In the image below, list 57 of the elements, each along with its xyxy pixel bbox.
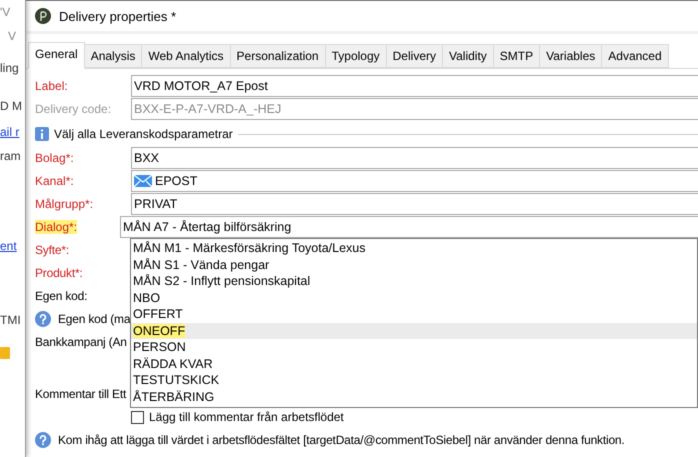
text-fragment: TMI bbox=[0, 313, 22, 327]
section-title: Välj alla Leveranskodsparametrar bbox=[54, 127, 233, 141]
dropdown-option[interactable]: MÅN M1 - Märkesförsäkring Toyota/Lexus bbox=[131, 240, 697, 256]
dropdown-option[interactable]: NBO bbox=[131, 290, 697, 306]
dropdown-option[interactable]: MÅN S1 - Vända pengar bbox=[131, 256, 697, 273]
tab[interactable]: Typology bbox=[326, 44, 387, 68]
field-label: Bankkampanj (An bbox=[35, 335, 128, 349]
dropdown-option[interactable]: ÅTERBÄRING bbox=[131, 388, 697, 405]
field-label: Dialog*: bbox=[35, 220, 78, 234]
dropdown-option[interactable]: MÅN S2 - Inflytt pensionskapital bbox=[131, 273, 697, 290]
field-label: Label: bbox=[35, 79, 69, 93]
tab[interactable]: General bbox=[28, 42, 85, 69]
field-label: Bolag*: bbox=[35, 151, 75, 165]
field-label: Produkt*: bbox=[35, 266, 84, 280]
text-field[interactable]: PRIVAT bbox=[131, 193, 698, 215]
field-label: Kanal*: bbox=[35, 174, 75, 188]
info-icon bbox=[35, 127, 49, 141]
field-label: Syfte*: bbox=[35, 243, 70, 257]
tab[interactable]: Personalization bbox=[230, 44, 326, 68]
tab[interactable]: Variables bbox=[540, 44, 602, 68]
dropdown-field[interactable]: MÅN A7 - Återtag bilförsäkring bbox=[120, 216, 698, 238]
dropdown-option[interactable]: TESTUTSKICK bbox=[131, 372, 697, 388]
help-icon bbox=[35, 432, 51, 448]
text-fragment: V bbox=[7, 29, 18, 43]
help-text: Egen kod (ma bbox=[58, 312, 130, 326]
tab[interactable]: SMTP bbox=[494, 44, 540, 68]
field-label: Kommentar till Ett bbox=[35, 387, 128, 401]
text-field[interactable]: EPOST bbox=[131, 170, 698, 192]
help-icon bbox=[35, 311, 51, 327]
text-field: BXX-E-P-A7-VRD-A_-HEJ bbox=[131, 98, 698, 120]
folder-icon bbox=[0, 345, 10, 359]
text-fragment: ling bbox=[0, 61, 20, 75]
dropdown-option[interactable]: OFFERT bbox=[131, 306, 697, 322]
link[interactable]: ent bbox=[0, 239, 25, 253]
text-field[interactable]: VRD MOTOR_A7 Epost bbox=[131, 75, 698, 97]
text-fragment: 'V bbox=[0, 5, 12, 19]
link[interactable]: ail r bbox=[0, 125, 25, 139]
window-title: Delivery properties * bbox=[59, 8, 176, 24]
tab[interactable]: Validity bbox=[442, 44, 494, 68]
help-text: Kom ihåg att lägga till värdet i arbetsflödesfältet [targetData/@commentToSiebel] när använder denna funktion. bbox=[58, 433, 625, 447]
app-logo-icon bbox=[35, 8, 51, 24]
field-label: Målgrupp*: bbox=[35, 197, 94, 211]
dropdown-option[interactable]: PERSON bbox=[131, 339, 697, 356]
field-label: Delivery code: bbox=[35, 102, 112, 116]
text-fragment: D M bbox=[0, 99, 23, 113]
dropdown-option[interactable]: ONEOFF bbox=[131, 322, 697, 339]
tab[interactable]: Delivery bbox=[386, 44, 443, 68]
checkbox-label: Lägg till kommentar från arbetsflödet bbox=[149, 410, 344, 424]
tab[interactable]: Advanced bbox=[602, 44, 669, 68]
tab[interactable]: Web Analytics bbox=[142, 44, 231, 68]
envelope-icon bbox=[134, 175, 152, 187]
tab[interactable]: Analysis bbox=[84, 44, 142, 68]
dropdown-option[interactable]: RÄDDA KVAR bbox=[131, 356, 697, 372]
text-field[interactable]: BXX bbox=[131, 147, 698, 169]
text-fragment: ram bbox=[0, 149, 22, 163]
field-label: Egen kod: bbox=[35, 289, 88, 303]
checkbox[interactable] bbox=[131, 410, 144, 424]
